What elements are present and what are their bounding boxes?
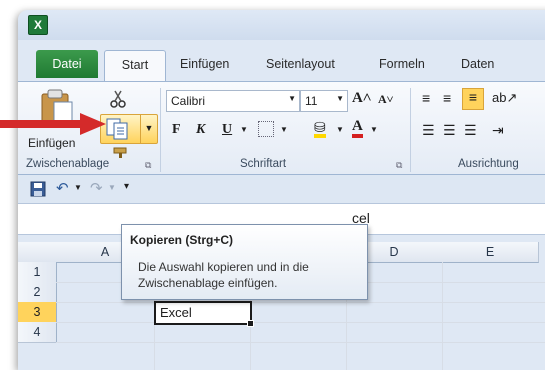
grid-line	[442, 262, 443, 370]
quick-access-toolbar: ↶ ▼ ↷ ▼ ▾	[18, 175, 545, 203]
align-center-icon[interactable]: ☰	[443, 122, 456, 139]
excel-window: X Datei Start Einfügen Seitenlayout Form…	[18, 10, 545, 370]
group-separator	[160, 88, 161, 172]
grid-line	[56, 342, 545, 343]
fill-handle[interactable]	[247, 320, 254, 327]
tooltip-title: Kopieren (Strg+C)	[130, 233, 234, 247]
alignment-group-label: Ausrichtung	[458, 158, 519, 170]
redo-icon[interactable]: ↷	[90, 179, 103, 197]
tooltip-line-2: Zwischenablage einfügen.	[138, 276, 278, 290]
tab-file[interactable]: Datei	[36, 50, 98, 78]
align-left-icon[interactable]: ☰	[422, 122, 435, 139]
row-header-3[interactable]: 3	[18, 302, 57, 323]
paste-label: Einfügen	[28, 136, 76, 150]
active-cell-value: Excel	[160, 305, 192, 320]
font-launcher-icon[interactable]: ⧉	[396, 160, 402, 171]
grid-line	[56, 322, 545, 323]
fill-color-icon[interactable]: ⛁	[314, 120, 326, 138]
save-icon[interactable]	[30, 181, 46, 197]
border-dropdown-icon[interactable]: ▼	[280, 125, 288, 134]
tooltip-body: Die Auswahl kopieren und in die Zwischen…	[138, 259, 360, 291]
align-middle-icon[interactable]: ≡	[443, 90, 451, 106]
align-right-icon[interactable]: ☰	[464, 122, 477, 139]
font-color-dropdown-icon[interactable]: ▼	[370, 125, 378, 134]
title-bar: X	[18, 10, 545, 40]
font-name-select[interactable]: Calibri ▼	[166, 90, 300, 112]
customize-qat-icon[interactable]: ▾	[124, 181, 129, 192]
clipboard-group-label: Zwischenablage	[26, 158, 110, 170]
border-icon[interactable]	[258, 121, 274, 137]
tab-formulas[interactable]: Formeln	[379, 50, 425, 78]
select-all-corner[interactable]	[18, 242, 57, 263]
row-header-2[interactable]: 2	[18, 282, 57, 303]
fill-dropdown-icon[interactable]: ▼	[336, 125, 344, 134]
font-color-icon[interactable]: A	[352, 119, 363, 138]
bold-button[interactable]: F	[172, 122, 181, 138]
cut-icon[interactable]	[110, 90, 126, 108]
chevron-down-icon: ▼	[336, 94, 344, 103]
pointer-arrow-icon	[0, 113, 106, 135]
ribbon-tabs: Datei Start Einfügen Seitenlayout Formel…	[18, 40, 545, 82]
clipboard-launcher-icon[interactable]: ⧉	[145, 160, 151, 171]
tab-data[interactable]: Daten	[461, 50, 494, 78]
tooltip-line-1: Die Auswahl kopieren und in die	[138, 260, 309, 274]
align-bottom-icon[interactable]: ≡	[462, 88, 484, 110]
tab-insert[interactable]: Einfügen	[180, 50, 229, 78]
italic-button[interactable]: K	[196, 122, 205, 138]
align-top-icon[interactable]: ≡	[422, 90, 430, 106]
underline-button[interactable]: U	[222, 122, 232, 138]
font-name-value: Calibri	[171, 94, 206, 108]
copy-dropdown-icon[interactable]: ▼	[140, 115, 157, 143]
grid-line	[56, 302, 545, 303]
group-separator	[410, 88, 411, 172]
format-painter-icon[interactable]	[113, 147, 129, 159]
column-header-e[interactable]: E	[442, 242, 539, 263]
chevron-down-icon: ▼	[288, 94, 296, 103]
font-group-label: Schriftart	[240, 158, 287, 170]
excel-app-icon[interactable]: X	[28, 15, 48, 35]
underline-dropdown-icon[interactable]: ▼	[240, 125, 248, 134]
orientation-icon[interactable]: ab↗	[492, 90, 517, 106]
redo-dropdown-icon[interactable]: ▼	[108, 183, 116, 192]
undo-icon[interactable]: ↶	[56, 179, 69, 197]
row-header-4[interactable]: 4	[18, 322, 57, 343]
font-size-value: 11	[305, 94, 318, 108]
tab-page-layout[interactable]: Seitenlayout	[266, 50, 335, 78]
active-cell-b3[interactable]: Excel	[154, 301, 254, 327]
copy-tooltip: Kopieren (Strg+C) Die Auswahl kopieren u…	[121, 224, 368, 300]
shrink-font-icon[interactable]: A˅	[378, 92, 394, 107]
grow-font-icon[interactable]: A˄	[352, 90, 371, 107]
row-header-1[interactable]: 1	[18, 262, 57, 283]
undo-dropdown-icon[interactable]: ▼	[74, 183, 82, 192]
indent-icon[interactable]: ⇥	[492, 122, 504, 139]
tab-start[interactable]: Start	[104, 50, 166, 81]
font-size-select[interactable]: 11 ▼	[300, 90, 348, 112]
